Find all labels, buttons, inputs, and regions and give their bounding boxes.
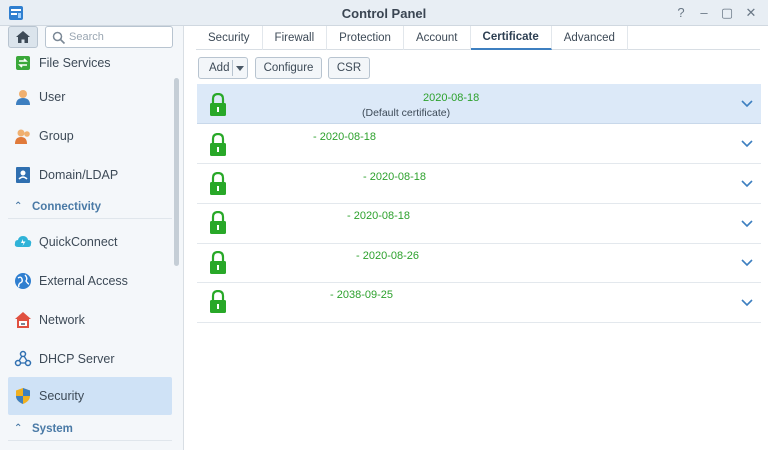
add-button[interactable]: Add [198,57,248,79]
certificate-expiry: - 2020-08-26 [356,250,419,262]
sidebar-item-domain-ldap[interactable]: Domain/LDAP [8,156,172,194]
window-title: Control Panel [341,6,427,21]
quickconnect-icon [14,236,32,247]
sidebar-item-label: External Access [39,274,128,288]
chevron-down-icon[interactable] [741,256,753,268]
sidebar-item-label: Domain/LDAP [39,168,119,182]
section-label: Connectivity [32,200,102,213]
file-services-icon [16,56,30,70]
tab-protection[interactable]: Protection [327,26,404,50]
minimize-button[interactable]: – [695,4,713,22]
sidebar-item-external-access[interactable]: External Access [8,262,172,300]
globe-icon [15,273,31,289]
sidebar-scrollbar[interactable] [174,78,179,266]
sidebar-item-label: Security [39,389,85,403]
search-input[interactable] [69,29,169,45]
certificate-row[interactable]: - 2020-08-26 [197,243,761,283]
title-bar: Control Panel ? – ▢ ✕ [0,0,768,26]
dropdown-arrow-icon[interactable] [236,66,244,71]
chevron-up-icon: ⌃ [14,423,23,434]
certificate-expiry: 2020-08-18 [423,92,480,104]
dhcp-icon [14,350,32,367]
tab-firewall[interactable]: Firewall [263,26,328,50]
section-system[interactable]: ⌃ System [8,417,172,441]
certificate-row[interactable]: - 2020-08-18 [197,164,761,204]
certificate-row[interactable]: - 2038-09-25 [197,283,761,323]
certificate-expiry: - 2020-08-18 [363,171,426,183]
certificate-row[interactable]: 2020-08-18 (Default certificate) [197,84,761,124]
user-icon [16,90,30,105]
chevron-down-icon[interactable] [741,217,753,229]
sidebar-item-label: File Services [39,56,111,70]
group-icon [15,129,30,144]
tab-certificate[interactable]: Certificate [470,26,552,50]
sidebar-item-dhcp-server[interactable]: DHCP Server [8,340,172,378]
sidebar-item-group[interactable]: Group [8,117,172,155]
close-button[interactable]: ✕ [742,4,760,22]
chevron-up-icon: ⌃ [14,201,23,212]
split-divider [232,60,233,76]
add-button-label: Add [209,62,230,74]
certificate-expiry: - 2020-08-18 [347,210,410,222]
sidebar-item-label: QuickConnect [39,235,118,249]
sidebar-item-quickconnect[interactable]: QuickConnect [8,223,172,261]
search-icon [52,31,66,45]
certificate-note: (Default certificate) [362,107,451,119]
domain-ldap-icon [16,167,30,183]
tab-account[interactable]: Account [404,26,471,50]
sidebar-item-network[interactable]: Network [8,301,172,339]
sidebar: File Services User Group Domain/LDAP ⌃ C… [0,26,184,450]
certificate-row[interactable]: - 2020-08-18 [197,124,761,164]
sidebar-item-label: User [39,90,66,104]
section-connectivity[interactable]: ⌃ Connectivity [8,195,172,219]
shield-icon [16,388,30,404]
tab-advanced[interactable]: Advanced [552,26,628,50]
section-label: System [32,422,73,435]
configure-button[interactable]: Configure [255,57,322,79]
certificate-row[interactable]: - 2020-08-18 [197,204,761,244]
sidebar-item-user[interactable]: User [8,78,172,116]
certificate-expiry: - 2020-08-18 [313,131,376,143]
lock-icon [210,251,226,274]
sidebar-item-label: Network [39,313,85,327]
network-icon [15,312,31,328]
sidebar-item-label: DHCP Server [39,352,115,366]
chevron-down-icon[interactable] [741,296,753,308]
chevron-down-icon[interactable] [741,177,753,189]
certificate-expiry: - 2038-09-25 [330,289,393,301]
lock-icon [210,172,226,195]
sidebar-item-security[interactable]: Security [8,377,172,415]
chevron-down-icon[interactable] [741,137,753,149]
lock-icon [210,93,226,116]
tab-security[interactable]: Security [196,26,263,50]
maximize-button[interactable]: ▢ [718,4,736,22]
lock-icon [210,211,226,234]
sidebar-item-label: Group [39,129,74,143]
help-button[interactable]: ? [672,4,690,22]
lock-icon [210,133,226,156]
sidebar-item-file-services[interactable]: File Services [8,44,172,82]
lock-icon [210,290,226,313]
csr-button[interactable]: CSR [328,57,370,79]
chevron-down-icon[interactable] [741,97,753,109]
tab-bar: Security Firewall Protection Account Cer… [196,26,760,50]
